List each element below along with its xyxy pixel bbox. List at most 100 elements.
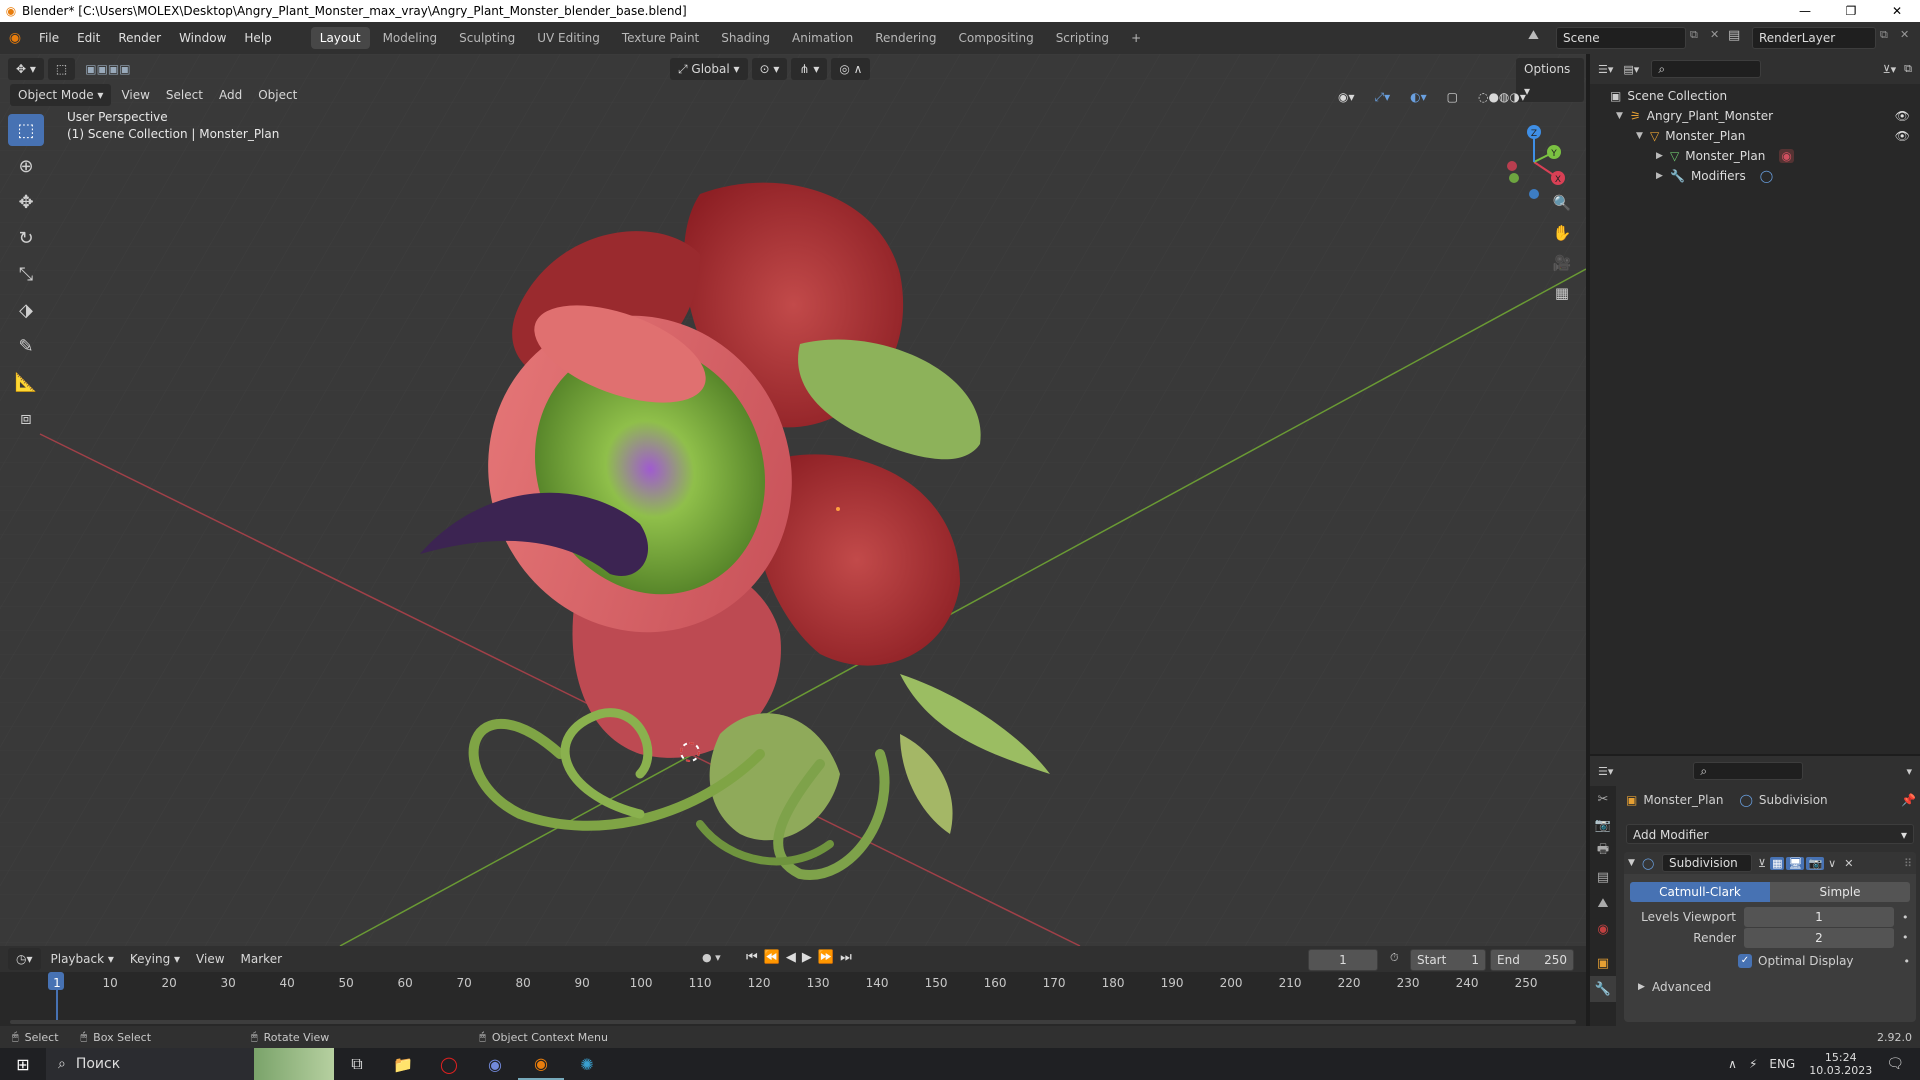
menu-edit[interactable]: Edit (68, 22, 109, 54)
new-scene-icon[interactable]: ⧉ (1690, 28, 1698, 42)
scene-selector[interactable]: Scene (1556, 27, 1686, 49)
modifier-tab-icon[interactable]: 🔧 (1590, 976, 1616, 1002)
keyframe-dot-icon[interactable]: • (1902, 911, 1909, 924)
menu-help[interactable]: Help (235, 22, 280, 54)
end-frame-field[interactable]: End 250 (1490, 949, 1574, 971)
workspace-tab-scripting[interactable]: Scripting (1047, 27, 1118, 49)
new-layer-icon[interactable]: ⧉ (1880, 28, 1888, 42)
taskbar-clock[interactable]: 15:24 10.03.2023 (1809, 1051, 1872, 1077)
delete-layer-icon[interactable]: ✕ (1900, 28, 1909, 41)
timeline-menu-view[interactable]: View (188, 948, 232, 970)
workspace-tab-layout[interactable]: Layout (310, 27, 370, 49)
viewport-menu-view[interactable]: View (113, 84, 157, 106)
simple-button[interactable]: Simple (1770, 882, 1910, 902)
tray-overflow-icon[interactable]: ∧ (1728, 1057, 1737, 1071)
pan-hand-icon[interactable]: ✋ (1550, 224, 1574, 254)
playback-controls[interactable]: ⏮⏪◀▶⏩⏭ (746, 950, 858, 965)
advanced-subpanel[interactable]: ▶ Advanced (1638, 980, 1916, 994)
move-tool[interactable]: ✥ (8, 186, 44, 218)
annotate-tool[interactable]: ✎ (8, 330, 44, 362)
timeline-menu-keying[interactable]: Keying ▾ (122, 948, 188, 970)
view-layer-tab-icon[interactable]: ▤ (1590, 864, 1616, 890)
overlay-toggle-icon[interactable]: ◐▾ (1402, 86, 1435, 108)
expand-arrow-icon[interactable]: ▼ (1616, 111, 1630, 121)
workspace-tab-modeling[interactable]: Modeling (374, 27, 447, 49)
timeline-editor-icon[interactable]: ◷▾ (8, 948, 41, 970)
collapse-arrow-icon[interactable]: ▶ (1656, 171, 1670, 181)
network-icon[interactable]: ⚡ (1749, 1057, 1757, 1071)
windows-start-icon[interactable]: ⊞ (0, 1048, 46, 1080)
rotate-tool[interactable]: ↻ (8, 222, 44, 254)
render-layer-selector[interactable]: RenderLayer (1752, 27, 1876, 49)
timeline-menu-playback[interactable]: Playback ▾ (43, 948, 122, 970)
perspective-toggle-icon[interactable]: ▦ (1550, 284, 1574, 314)
tool-tab-icon[interactable]: ✂ (1590, 786, 1616, 812)
keyframe-dot-icon[interactable]: • (1902, 931, 1909, 944)
workspace-tab-rendering[interactable]: Rendering (866, 27, 945, 49)
visibility-eye-icon[interactable]: 👁 (1895, 109, 1910, 123)
collapse-arrow-icon[interactable]: ▼ (1628, 858, 1642, 868)
add-workspace-button[interactable]: + (1122, 27, 1150, 49)
minimize-button[interactable]: — (1782, 0, 1828, 22)
scale-tool[interactable]: ⤡ (8, 258, 44, 290)
editor-type-icon[interactable]: ✥ ▾ (8, 58, 44, 80)
selection-modes-icon[interactable]: ▣▣▣▣ (77, 58, 138, 80)
object-tab-icon[interactable]: ▣ (1590, 950, 1616, 976)
menu-window[interactable]: Window (170, 22, 235, 54)
scene-tab-icon[interactable]: ⛰ (1590, 890, 1616, 916)
visibility-eye-icon[interactable]: 👁 (1895, 129, 1910, 143)
edit-mode-toggle-icon[interactable]: ⊻ (1758, 857, 1766, 870)
drag-handle-icon[interactable]: ⠿ (1904, 857, 1912, 870)
outliner-root-row[interactable]: ▣ Scene Collection (1590, 86, 1920, 106)
language-indicator[interactable]: ENG (1769, 1057, 1795, 1071)
display-mode-icon[interactable]: ▤▾ (1623, 63, 1639, 76)
material-icon[interactable]: ◉ (1779, 149, 1794, 163)
viewport-menu-add[interactable]: Add (211, 84, 250, 106)
render-toggle-icon[interactable]: 📷 (1806, 856, 1825, 870)
workspace-tab-sculpting[interactable]: Sculpting (450, 27, 524, 49)
auto-keying-icon[interactable]: ● ▾ (702, 951, 721, 964)
app-taskbar-icon[interactable]: ✺ (564, 1048, 610, 1080)
levels-viewport-field[interactable]: 1 (1744, 907, 1894, 927)
properties-search-input[interactable]: ⌕ (1693, 762, 1804, 780)
outliner-search-input[interactable]: ⌕ (1651, 60, 1762, 78)
measure-tool[interactable]: 📐 (8, 366, 44, 398)
outliner-row-monster-plan[interactable]: ▼ ▽ Monster_Plan 👁 (1590, 126, 1920, 146)
object-mode-dropdown[interactable]: Object Mode ▾ (10, 84, 112, 106)
select-box-tool[interactable]: ⬚ (8, 114, 44, 146)
viewport-menu-object[interactable]: Object (250, 84, 305, 106)
menu-file[interactable]: File (30, 22, 68, 54)
workspace-tab-shading[interactable]: Shading (712, 27, 779, 49)
visibility-icon[interactable]: ◉▾ (1330, 86, 1363, 108)
outliner-row-mesh-data[interactable]: ▶ ▽ Monster_Plan ◉ (1590, 146, 1920, 166)
collapse-arrow-icon[interactable]: ▶ (1638, 982, 1652, 992)
render-tab-icon[interactable]: 📷 (1590, 812, 1616, 838)
add-cube-tool[interactable]: ⧈ (8, 402, 44, 434)
output-tab-icon[interactable]: 🖶 (1590, 838, 1616, 864)
notification-icon[interactable]: 🗨 (1886, 1056, 1904, 1072)
timeline-ruler[interactable]: 1 10 20 30 40 50 60 70 80 90 100 110 120 130 140 150 160… (0, 972, 1586, 1026)
viewport-toggle-icon[interactable]: 🖥 (1786, 856, 1805, 870)
select-mode-icon[interactable]: ⬚ (47, 58, 76, 80)
gizmo-toggle-icon[interactable]: ⤢▾ (1367, 86, 1399, 108)
timeline-scrollbar[interactable] (10, 1020, 1576, 1024)
task-view-icon[interactable]: ⧉ (334, 1048, 380, 1080)
timeline-menu-marker[interactable]: Marker (233, 948, 290, 970)
transform-orientation-dropdown[interactable]: ⤢ Global ▾ (670, 58, 748, 80)
shading-modes-icon[interactable]: ◌●◍◑▾ (1470, 86, 1534, 108)
world-tab-icon[interactable]: ◉ (1590, 916, 1616, 942)
add-modifier-dropdown[interactable]: Add Modifier ▾ (1626, 824, 1914, 844)
outliner-row-modifiers[interactable]: ▶ 🔧 Modifiers ◯ (1590, 166, 1920, 186)
remove-modifier-icon[interactable]: ✕ (1844, 857, 1853, 870)
properties-options-icon[interactable]: ▾ (1906, 765, 1912, 778)
navigation-gizmo[interactable]: X Y Z (1494, 112, 1574, 202)
start-frame-field[interactable]: Start 1 (1410, 949, 1486, 971)
optimal-display-checkbox[interactable]: ✓ (1738, 954, 1752, 968)
taskbar-search-box[interactable]: ⌕ Поиск (46, 1048, 254, 1080)
current-frame-field[interactable]: 1 (1308, 949, 1378, 971)
snap-icon[interactable]: ⋔ ▾ (791, 58, 828, 80)
collapse-arrow-icon[interactable]: ▶ (1656, 151, 1670, 161)
keyframe-dot-icon[interactable]: • (1904, 955, 1911, 968)
render-levels-field[interactable]: 2 (1744, 927, 1894, 948)
outliner-row-angry-plant-monster[interactable]: ▼ ⚞ Angry_Plant_Monster 👁 (1590, 106, 1920, 126)
